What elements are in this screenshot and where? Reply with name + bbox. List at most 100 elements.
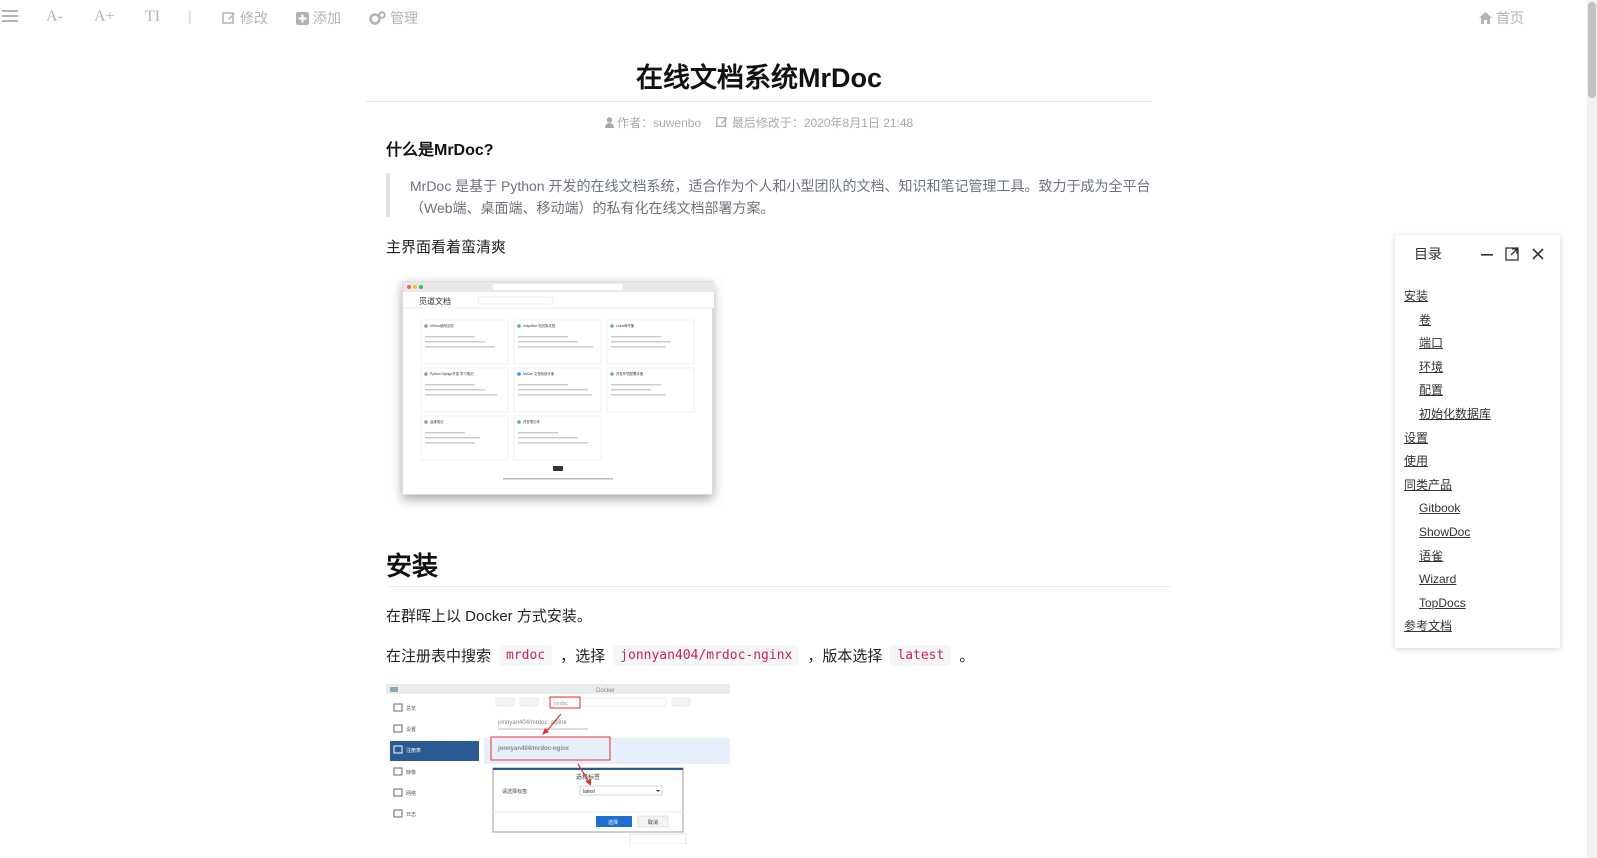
toc-item: 参考文档 [1395, 617, 1560, 641]
font-decrease-button[interactable]: A- [46, 8, 63, 26]
toc-header: 目录 [1395, 245, 1560, 273]
mrdoc-screenshot: 觅道文档 MrDoc使用文档 onlyoffice 知识库文档 Linux命令集… [402, 281, 714, 495]
manage-button[interactable]: 管理 [369, 8, 418, 28]
toc-link[interactable]: 使用 [1404, 454, 1428, 468]
home-link[interactable]: 首页 [1479, 8, 1524, 28]
font-style-button[interactable]: TI [145, 8, 160, 26]
close-icon[interactable] [1530, 246, 1546, 262]
manage-label: 管理 [390, 10, 418, 26]
toolbar-separator: | [188, 8, 192, 24]
docker-result-2: jonnyan404/mrdoc-nginx [497, 746, 570, 752]
toc-link[interactable]: 设置 [1404, 431, 1428, 445]
minimize-icon[interactable] [1479, 246, 1495, 262]
toc-panel: 目录 安装卷端口环境配置初始化数据库设置使用同类产品 Gitbook ShowDoc… [1395, 235, 1560, 648]
toc-link[interactable]: Wizard [1419, 572, 1456, 586]
font-increase-button[interactable]: A+ [94, 8, 115, 26]
docker-dialog-value: latest [583, 789, 596, 795]
code-image-name: jonnyan404/mrdoc-nginx [613, 645, 800, 666]
page-title: 在线文档系统MrDoc [635, 63, 882, 93]
font-decrease-label: A- [46, 8, 63, 25]
toc-link[interactable]: 卷 [1419, 313, 1431, 327]
menu-icon[interactable] [2, 10, 18, 22]
user-icon [604, 117, 614, 128]
docker-nav-item: 注册表 [406, 747, 421, 754]
card-title: 开发笔记本 [523, 419, 541, 424]
font-style-label: TI [145, 8, 161, 25]
toc-link[interactable]: 语雀 [1419, 549, 1443, 563]
docker-cancel-button: 取消 [648, 819, 658, 826]
registry-text-1: 在注册表中搜索 [386, 648, 492, 665]
docker-nav-item: 映像 [406, 769, 416, 776]
card-title: onlyoffice 知识库文档 [523, 323, 556, 328]
maximize-icon[interactable] [1504, 246, 1520, 262]
add-label: 添加 [313, 10, 341, 26]
font-increase-label: A+ [94, 8, 115, 25]
registry-instructions: 在注册表中搜索 mrdoc ，选择 jonnyan404/mrdoc-nginx ，版本… [386, 645, 974, 666]
toc-item: 同类产品 [1395, 476, 1560, 500]
registry-text-4: 。 [959, 648, 975, 665]
install-divider [386, 586, 1171, 587]
toc-item: 端口 [1395, 334, 1560, 358]
card-title: MrDoc使用文档 [430, 323, 454, 328]
toc-item: 初始化数据库 [1395, 405, 1560, 429]
toc-list: 安装卷端口环境配置初始化数据库设置使用同类产品 Gitbook ShowDoc 语雀 W… [1395, 287, 1560, 641]
docker-nav-item: 日志 [406, 811, 416, 818]
toc-link[interactable]: 初始化数据库 [1419, 407, 1491, 421]
card-title: Python Django开发 学习笔记 [430, 371, 474, 376]
toc-item: 卷 [1395, 311, 1560, 335]
modified-text: 最后修改于：2020年8月1日 21:48 [731, 116, 914, 130]
home-icon [1479, 12, 1492, 24]
docker-nav-item: 设置 [406, 726, 416, 733]
home-label: 首页 [1496, 10, 1524, 26]
card-title: 开发环境配置手册 [616, 371, 644, 376]
docker-result-1: jonnyan404/mrdoc: alpine [497, 720, 567, 726]
toc-item: 环境 [1395, 358, 1560, 382]
docker-select-button: 选择 [608, 819, 618, 826]
toc-link[interactable]: 环境 [1419, 360, 1443, 374]
section-heading-what-is: 什么是MrDoc? [386, 142, 494, 159]
toc-link[interactable]: 参考文档 [1404, 619, 1452, 633]
toc-item: Wizard [1395, 570, 1560, 594]
toc-link[interactable]: 同类产品 [1404, 478, 1452, 492]
toc-item: Gitbook [1395, 499, 1560, 523]
toc-item: ShowDoc [1395, 523, 1560, 547]
author-text: 作者：suwenbo [617, 116, 702, 130]
card-title: 运维笔记 [430, 419, 444, 424]
scrollbar-thumb[interactable] [1588, 2, 1596, 98]
toc-link[interactable]: 端口 [1419, 336, 1443, 350]
title-divider [366, 101, 1152, 102]
registry-text-3: ，版本选择 [807, 648, 883, 665]
toc-link[interactable]: TopDocs [1419, 596, 1466, 610]
card-title: Linux命令集 [616, 323, 635, 328]
toc-link[interactable]: Gitbook [1419, 501, 1460, 515]
install-text: 在群晖上以 Docker 方式安装。 [386, 608, 592, 625]
edit-button[interactable]: 修改 [222, 8, 268, 28]
modified-info: 最后修改于：2020年8月1日 21:48 [716, 116, 913, 130]
toc-link[interactable]: 配置 [1419, 383, 1443, 397]
toc-item: 配置 [1395, 381, 1560, 405]
main-ui-text: 主界面看着蛮清爽 [386, 239, 507, 256]
docker-search-value: mrdoc [554, 701, 568, 707]
toc-item: 语雀 [1395, 547, 1560, 571]
toc-link[interactable]: 安装 [1404, 289, 1428, 303]
toc-link[interactable]: ShowDoc [1419, 525, 1470, 539]
plus-square-icon [296, 11, 309, 25]
docker-nav-item: 网络 [406, 790, 416, 797]
docker-nav-item: 总览 [406, 705, 416, 712]
docker-dialog-label: 请选择标签: [502, 788, 528, 795]
page-scrollbar[interactable] [1587, 0, 1597, 858]
code-latest: latest [890, 645, 952, 666]
toc-item: 设置 [1395, 429, 1560, 453]
registry-text-2: ，选择 [560, 648, 606, 665]
edit-icon [222, 11, 236, 25]
install-heading: 安装 [386, 551, 439, 581]
add-button[interactable]: 添加 [296, 8, 341, 28]
edit-label: 修改 [240, 10, 268, 26]
toc-title: 目录 [1414, 246, 1442, 262]
intro-blockquote: MrDoc 是基于 Python 开发的在线文档系统，适合作为个人和小型团队的文… [386, 173, 1156, 217]
cogs-icon [369, 11, 386, 25]
doc-meta: 作者：suwenbo 最后修改于：2020年8月1日 21:48 [366, 114, 1152, 131]
author-info: 作者：suwenbo [604, 116, 705, 130]
toolbar: A- A+ TI | 修改 添加 管理 首页 [0, 0, 1560, 34]
card-title: MrDoc 文档系统手册 [523, 371, 555, 376]
